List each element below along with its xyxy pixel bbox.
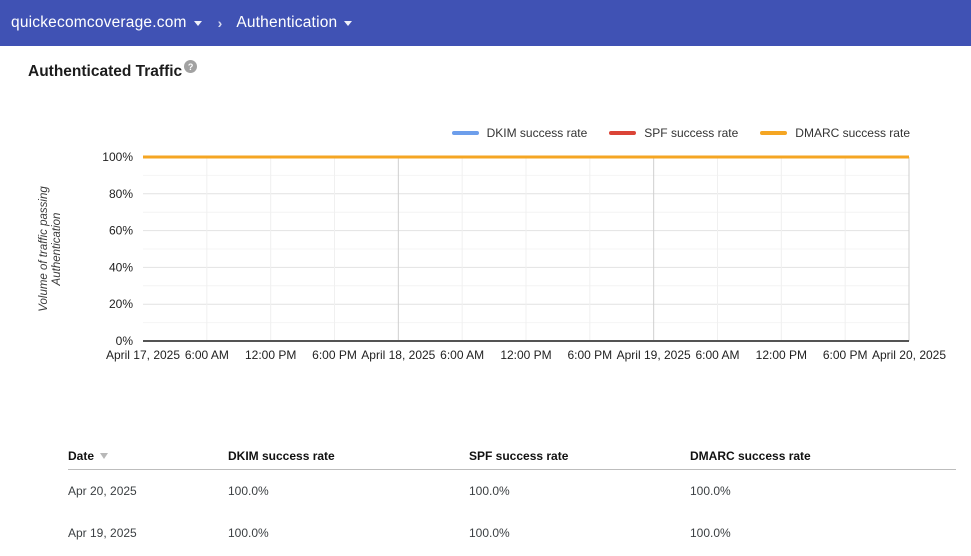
svg-text:6:00 PM: 6:00 PM <box>567 348 612 362</box>
legend-label-spf: SPF success rate <box>644 126 739 140</box>
svg-text:6:00 AM: 6:00 AM <box>185 348 229 362</box>
cell-dmarc: 100.0% <box>690 526 731 540</box>
cell-dkim: 100.0% <box>228 484 269 498</box>
help-icon[interactable]: ? <box>184 60 198 73</box>
table-row: Apr 19, 2025 100.0% 100.0% 100.0% <box>68 512 956 554</box>
svg-text:12:00 PM: 12:00 PM <box>756 348 807 362</box>
page-title: Authenticated Traffic <box>28 63 183 80</box>
svg-text:6:00 AM: 6:00 AM <box>440 348 484 362</box>
data-table: Date DKIM success rate SPF success rate … <box>68 443 956 554</box>
svg-text:April 20, 2025: April 20, 2025 <box>872 348 946 362</box>
page-title-row: Authenticated Traffic ? <box>28 60 198 81</box>
legend-swatch-spf <box>609 131 637 135</box>
chevron-right-icon: › <box>217 15 223 31</box>
page: quickecomcoverage.com › Authentication A… <box>0 0 971 556</box>
svg-text:12:00 PM: 12:00 PM <box>500 348 551 362</box>
svg-text:100%: 100% <box>102 150 133 164</box>
svg-text:40%: 40% <box>109 260 133 274</box>
chevron-down-icon <box>344 20 353 26</box>
svg-text:April 17, 2025: April 17, 2025 <box>106 348 180 362</box>
column-header-date[interactable]: Date <box>68 449 228 463</box>
cell-date: Apr 19, 2025 <box>68 526 137 540</box>
column-header-dkim: DKIM success rate <box>228 449 335 463</box>
svg-text:60%: 60% <box>109 224 133 238</box>
legend-item-spf: SPF success rate <box>609 126 738 140</box>
page-dropdown-label: Authentication <box>236 14 338 31</box>
svg-text:0%: 0% <box>116 334 134 348</box>
page-dropdown[interactable]: Authentication <box>236 14 353 32</box>
chevron-down-icon <box>193 20 202 26</box>
cell-spf: 100.0% <box>469 526 510 540</box>
traffic-chart: 0% 20% 40% 60% 80% 100% April 17, 2025 6:00 AM 1… <box>38 150 946 362</box>
column-header-dmarc: DMARC success rate <box>690 449 811 463</box>
domain-dropdown-label: quickecomcoverage.com <box>11 14 187 31</box>
cell-dmarc: 100.0% <box>690 484 731 498</box>
legend-item-dkim: DKIM success rate <box>451 126 588 140</box>
svg-text:80%: 80% <box>109 187 133 201</box>
domain-dropdown[interactable]: quickecomcoverage.com <box>11 14 202 32</box>
legend-swatch-dmarc <box>760 131 788 135</box>
table-row: Apr 20, 2025 100.0% 100.0% 100.0% <box>68 470 956 512</box>
cell-date: Apr 20, 2025 <box>68 484 137 498</box>
legend-item-dmarc: DMARC success rate <box>760 126 910 140</box>
legend-label-dkim: DKIM success rate <box>486 126 588 140</box>
svg-text:20%: 20% <box>109 297 133 311</box>
svg-text:6:00 AM: 6:00 AM <box>695 348 739 362</box>
chart-legend: DKIM success rate SPF success rate DMARC… <box>451 126 910 140</box>
svg-text:12:00 PM: 12:00 PM <box>245 348 296 362</box>
table-header-row: Date DKIM success rate SPF success rate … <box>68 443 956 470</box>
column-header-spf: SPF success rate <box>469 449 569 463</box>
legend-label-dmarc: DMARC success rate <box>795 126 910 140</box>
cell-dkim: 100.0% <box>228 526 269 540</box>
legend-swatch-dkim <box>451 131 479 135</box>
svg-text:6:00 PM: 6:00 PM <box>312 348 357 362</box>
app-header: quickecomcoverage.com › Authentication <box>0 0 971 46</box>
svg-text:April 18, 2025: April 18, 2025 <box>361 348 435 362</box>
svg-text:April 19, 2025: April 19, 2025 <box>617 348 691 362</box>
sort-desc-icon <box>100 453 109 459</box>
y-axis-title: Volume of traffic passingAuthentication <box>38 186 63 312</box>
cell-spf: 100.0% <box>469 484 510 498</box>
svg-text:6:00 PM: 6:00 PM <box>823 348 868 362</box>
